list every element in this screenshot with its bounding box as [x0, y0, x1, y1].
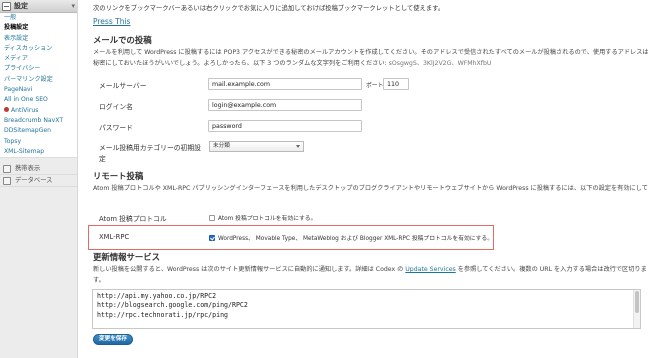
sidebar-item[interactable]: 投稿設定 [0, 23, 77, 33]
settings-menu-title: 設定 [14, 2, 28, 10]
default-category-select[interactable]: 未分類 [209, 141, 304, 152]
selected-category: 未分類 [213, 143, 230, 149]
update-desc-text-2: を参照してください。複数の URL を入力する場合は改行で区切りま [457, 266, 647, 273]
sidebar-item[interactable]: Breadcrumb NavXT [0, 116, 77, 126]
mail-server-label: メールサーバー [99, 82, 147, 90]
sidebar-item-label: AntiVirus [11, 106, 39, 114]
press-this-link[interactable]: Press This [93, 17, 130, 26]
sidebar-item[interactable]: All in One SEO [0, 95, 77, 105]
password-input[interactable] [208, 120, 362, 132]
port-label: ポート [366, 83, 384, 89]
database-icon [3, 176, 11, 185]
sidebar-item-label: 投稿設定 [4, 24, 29, 32]
xmlrpc-checkbox[interactable] [209, 235, 215, 241]
update-services-heading: 更新情報サービス [93, 252, 160, 262]
sidebar-section-database[interactable]: データベース [0, 175, 77, 188]
sidebar-item-label: Breadcrumb NavXT [4, 116, 64, 124]
update-services-desc-line1: 新しい投稿を公開すると、WordPress は次のサイト更新情報サービスに自動的… [93, 264, 647, 275]
mobile-icon [3, 164, 11, 173]
sidebar-item[interactable]: AntiVirus [0, 106, 77, 116]
sidebar-item[interactable]: PageNavi [0, 85, 77, 95]
sidebar-section-label: 携帯表示 [15, 164, 41, 172]
email-post-heading: メールでの投稿 [93, 35, 152, 45]
mail-server-input[interactable] [208, 78, 362, 90]
ping-sites-textarea[interactable] [92, 289, 641, 329]
atom-label: Atom 投稿プロトコル [99, 215, 167, 223]
sidebar-item[interactable]: メディア [0, 54, 77, 64]
sidebar-item-label: All in One SEO [4, 96, 48, 104]
login-input[interactable] [208, 99, 362, 111]
sidebar-item[interactable]: Topsy [0, 137, 77, 147]
sidebar-section-mobile[interactable]: 携帯表示 [0, 163, 77, 176]
atom-checkbox[interactable] [209, 215, 215, 221]
atom-checkbox-label: Atom 投稿プロトコルを有効にする。 [218, 216, 317, 222]
bookmarklet-intro: 次のリンクをブックマークバーあるいは右クリックでお気に入りに追加しておけば投稿ブ… [93, 5, 445, 12]
category-label-line2: 定 [99, 155, 106, 163]
sidebar-item[interactable]: パーマリンク設定 [0, 75, 77, 85]
sidebar-item-label: XML-Sitemap [4, 147, 45, 155]
update-desc-text-1: 新しい投稿を公開すると、WordPress は次のサイト更新情報サービスに自動的… [93, 266, 404, 273]
email-post-desc-line2: 秘密にしておいたほうがいいでしょう。よろしかったら、以下 3 つのランダムな文字… [93, 58, 491, 69]
main-content: 次のリンクをブックマークバーあるいは右クリックでお気に入りに追加しておけば投稿ブ… [88, 0, 648, 358]
login-label: ログイン名 [99, 103, 133, 111]
sidebar-item-label: メディア [4, 55, 28, 63]
email-post-desc-text: 秘密にしておいたほうがいいでしょう。よろしかったら、以下 3 つのランダムな文字… [93, 60, 387, 67]
xmlrpc-label: XML-RPC [99, 233, 130, 241]
sidebar-item-label: プライバシー [4, 65, 41, 73]
sidebar-item[interactable]: 一般 [0, 13, 77, 23]
xmlrpc-checkbox-label: WordPress、 Movable Type、 MetaWeblog および … [218, 236, 494, 242]
sidebar-item-label: 表示設定 [4, 34, 29, 42]
sidebar-item-label: パーマリンク設定 [4, 75, 53, 83]
update-services-desc-line2: す。 [93, 277, 105, 284]
remote-post-desc: Atom 投稿プロトコルや XML-RPC パブリッシングインターフェースを利用… [93, 185, 648, 192]
sidebar-item-label: ディスカッション [4, 44, 53, 52]
password-label: パスワード [99, 124, 133, 132]
save-changes-button[interactable]: 変更を保存 [93, 334, 133, 345]
scrollbar-thumb[interactable] [635, 291, 639, 313]
sidebar-item[interactable]: プライバシー [0, 64, 77, 74]
update-services-link[interactable]: Update Services [405, 266, 455, 273]
port-input[interactable] [383, 78, 409, 90]
remote-post-heading: リモート投稿 [93, 171, 144, 181]
sidebar-item-label: PageNavi [4, 86, 33, 94]
sidebar-item[interactable]: DDSitemapGen [0, 126, 77, 136]
email-post-desc-line1: メールを利用して WordPress に投稿するには POP3 アクセスができる… [93, 49, 648, 56]
atom-option[interactable]: Atom 投稿プロトコルを有効にする。 [209, 213, 316, 222]
collapse-arrow-icon[interactable]: ▾ [71, 2, 75, 10]
settings-menu-header[interactable]: 設定 ▾ [0, 0, 77, 13]
sidebar-item-label: DDSitemapGen [4, 127, 51, 135]
sidebar-item[interactable]: 表示設定 [0, 34, 77, 44]
chevron-down-icon [296, 145, 300, 148]
admin-sidebar: 設定 ▾ 一般投稿設定表示設定ディスカッション メディアプライバシーパーマリンク設… [0, 0, 78, 358]
sidebar-item[interactable]: ディスカッション [0, 44, 77, 54]
sidebar-item[interactable]: XML-Sitemap [0, 147, 77, 157]
antivirus-icon [4, 107, 9, 113]
settings-submenu: 一般投稿設定表示設定ディスカッション メディアプライバシーパーマリンク設定 Page… [0, 13, 77, 159]
xmlrpc-option[interactable]: WordPress、 Movable Type、 MetaWeblog および … [209, 233, 493, 242]
random-strings: sOsgwgS、3KlJ2V2G、WFMhXfbU [388, 60, 492, 67]
sidebar-item-label: 一般 [4, 14, 17, 21]
sidebar-item-label: Topsy [4, 137, 22, 145]
category-label-line1: メール投稿用カテゴリーの初期設 [99, 144, 201, 152]
textarea-scrollbar[interactable] [633, 290, 640, 328]
sidebar-section-label: データベース [15, 176, 53, 184]
settings-icon [2, 1, 11, 11]
